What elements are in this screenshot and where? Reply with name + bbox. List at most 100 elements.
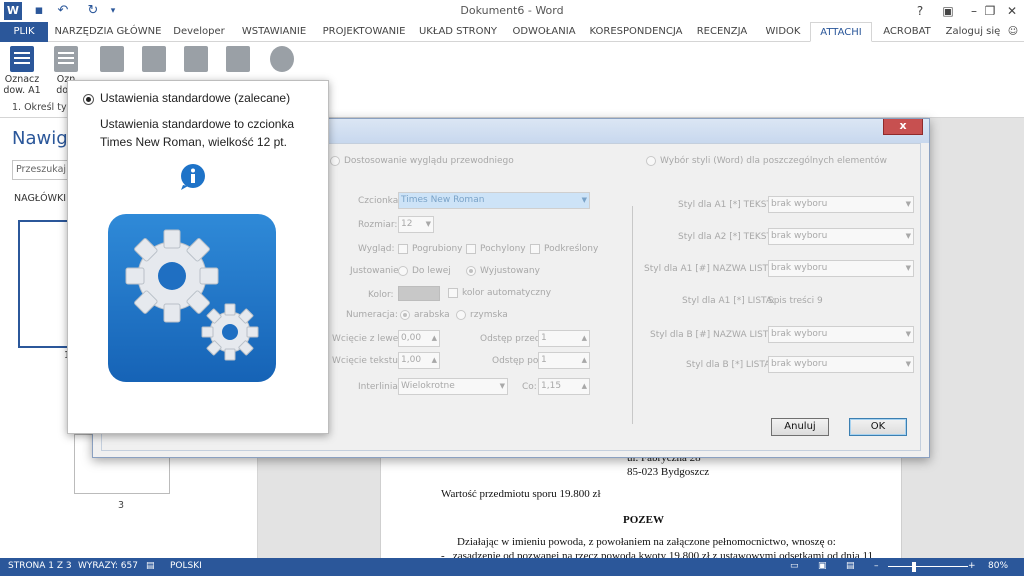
zoom-slider[interactable]	[888, 566, 968, 567]
doc-paragraph: Działając w imieniu powoda, z powołaniem…	[457, 536, 836, 548]
italic-checkbox[interactable]	[466, 244, 476, 254]
align-left-radio[interactable]	[398, 266, 408, 276]
numbering-label: Numeracja:	[346, 310, 398, 320]
proofing-icon[interactable]: ▤	[146, 561, 155, 571]
style-b-name-value: brak wyboru	[771, 329, 828, 339]
align-justify-radio[interactable]	[466, 266, 476, 276]
zoom-slider-thumb[interactable]	[912, 562, 916, 572]
print-layout-icon[interactable]: ▣	[818, 561, 827, 571]
arrow-doc-icon[interactable]	[142, 46, 166, 72]
dialog-close-button[interactable]: x	[883, 119, 923, 135]
size-select-value: 12	[401, 219, 413, 229]
tab-developer[interactable]: Developer	[168, 22, 230, 42]
mark-a1-button[interactable]: Oznacz dow. A1	[2, 46, 42, 96]
status-page[interactable]: STRONA 1 Z 3	[8, 561, 72, 571]
help-button[interactable]: ?	[906, 0, 934, 22]
space-before-label: Odstęp przed:	[480, 334, 544, 344]
spinner-icon: ▲	[581, 334, 587, 342]
tab-plik[interactable]: PLIK	[0, 22, 48, 42]
style-a2-text-select[interactable]: brak wyboru ▼	[768, 228, 914, 245]
tab-wstawianie[interactable]: WSTAWIANIE	[234, 22, 314, 42]
zoom-level[interactable]: 80%	[988, 561, 1008, 571]
arabic-radio[interactable]	[400, 310, 410, 320]
doc-claim-value: Wartość przedmiotu sporu 19.800 zł	[441, 488, 601, 500]
chevron-down-icon: ▼	[499, 382, 505, 390]
read-mode-icon[interactable]: ▭	[790, 561, 799, 571]
line-spacing-label: Interlinia:	[358, 382, 401, 392]
font-select[interactable]: Times New Roman ▼	[398, 192, 590, 209]
ribbon-group-label: 1. Określ typ	[12, 102, 73, 113]
font-select-value: Times New Roman	[401, 195, 485, 205]
underline-checkbox[interactable]	[530, 244, 540, 254]
tab-headings[interactable]: NAGŁÓWKI	[14, 193, 66, 204]
status-bar: STRONA 1 Z 3 WYRAZY: 657 ▤ POLSKI ▭ ▣ ▤ …	[0, 558, 1024, 576]
attach-icon[interactable]	[270, 46, 294, 72]
style-b-list-value: brak wyboru	[771, 359, 828, 369]
status-words[interactable]: WYRAZY: 657	[78, 561, 138, 571]
style-a1-text-label: Styl dla A1 [*] TEKST:	[678, 200, 774, 210]
standard-settings-description: Ustawienia standardowe to czcionka Times…	[100, 117, 295, 149]
window-title: Dokument6 - Word	[460, 4, 564, 17]
chevron-down-icon: ▼	[905, 200, 911, 208]
tab-narzedzia-glowne[interactable]: NARZĘDZIA GŁÓWNE	[52, 22, 164, 42]
radio-custom-look[interactable]	[330, 156, 340, 166]
bold-label: Pogrubiony	[412, 244, 463, 254]
title-bar: W ▪ ↶ ↻ ▾ Dokument6 - Word ? ▣ – ❐ ✕	[0, 0, 1024, 22]
style-b-name-select[interactable]: brak wyboru ▼	[768, 326, 914, 343]
tab-acrobat[interactable]: ACROBAT	[876, 22, 938, 42]
indent-text-input[interactable]: 1,00 ▲	[398, 352, 440, 369]
standard-settings-radio[interactable]	[83, 94, 94, 105]
tab-widok[interactable]: WIDOK	[758, 22, 808, 42]
space-before-input[interactable]: 1 ▲	[538, 330, 590, 347]
radio-word-styles[interactable]	[646, 156, 656, 166]
link-icon[interactable]	[100, 46, 124, 72]
list-doc-2-icon[interactable]	[226, 46, 250, 72]
tab-uklad-strony[interactable]: UKŁAD STRONY	[414, 22, 502, 42]
space-after-input[interactable]: 1 ▲	[538, 352, 590, 369]
space-after-label: Odstęp po:	[492, 356, 542, 366]
page-thumbnail-1[interactable]	[18, 220, 70, 348]
doc-address-city: 85-023 Bydgoszcz	[627, 466, 710, 478]
style-a2-text-value: brak wyboru	[771, 231, 828, 241]
status-language[interactable]: POLSKI	[170, 561, 202, 571]
indent-left-input[interactable]: 0,00 ▲	[398, 330, 440, 347]
web-layout-icon[interactable]: ▤	[846, 561, 855, 571]
list-doc-icon[interactable]	[184, 46, 208, 72]
tab-recenzja[interactable]: RECENZJA	[690, 22, 754, 42]
spinner-icon: ▲	[581, 356, 587, 364]
tab-attachi[interactable]: ATTACHI	[810, 22, 872, 42]
settings-popup: Ustawienia standardowe (zalecane) Ustawi…	[67, 80, 329, 434]
bold-checkbox[interactable]	[398, 244, 408, 254]
space-before-value: 1	[541, 333, 547, 343]
indent-left-value: 0,00	[401, 333, 422, 343]
standard-settings-label[interactable]: Ustawienia standardowe (zalecane)	[100, 91, 290, 105]
tab-odwolania[interactable]: ODWOŁANIA	[506, 22, 582, 42]
cancel-button[interactable]: Anuluj	[771, 418, 829, 436]
ok-button[interactable]: OK	[849, 418, 907, 436]
indent-text-value: 1,00	[401, 355, 422, 365]
account-icon[interactable]: ☺	[1004, 22, 1022, 42]
sign-in-link[interactable]: Zaloguj się	[944, 22, 1002, 42]
style-b-list-select[interactable]: brak wyboru ▼	[768, 356, 914, 373]
zoom-in-icon[interactable]: +	[968, 561, 976, 571]
ribbon-display-button[interactable]: ▣	[934, 0, 962, 22]
spinner-icon: ▲	[581, 382, 587, 390]
radio-custom-look-label: Dostosowanie wyglądu przewodniego	[344, 156, 514, 166]
zoom-out-icon[interactable]: –	[874, 561, 879, 571]
co-input[interactable]: 1,15 ▲	[538, 378, 590, 395]
tab-korespondencja[interactable]: KORESPONDENCJA	[586, 22, 686, 42]
style-a1-text-value: brak wyboru	[771, 199, 828, 209]
tab-projektowanie[interactable]: PROJEKTOWANIE	[318, 22, 410, 42]
style-a1-name-select[interactable]: brak wyboru ▼	[768, 260, 914, 277]
size-select[interactable]: 12 ▼	[398, 216, 434, 233]
chevron-down-icon: ▼	[581, 196, 587, 204]
roman-radio[interactable]	[456, 310, 466, 320]
italic-label: Pochylony	[480, 244, 526, 254]
close-button[interactable]: ✕	[998, 0, 1024, 22]
style-a1-text-select[interactable]: brak wyboru ▼	[768, 196, 914, 213]
auto-color-checkbox[interactable]	[448, 288, 458, 298]
info-icon	[181, 164, 205, 190]
color-swatch[interactable]	[398, 286, 440, 301]
font-label: Czcionka:	[358, 196, 402, 206]
line-spacing-select[interactable]: Wielokrotne ▼	[398, 378, 508, 395]
